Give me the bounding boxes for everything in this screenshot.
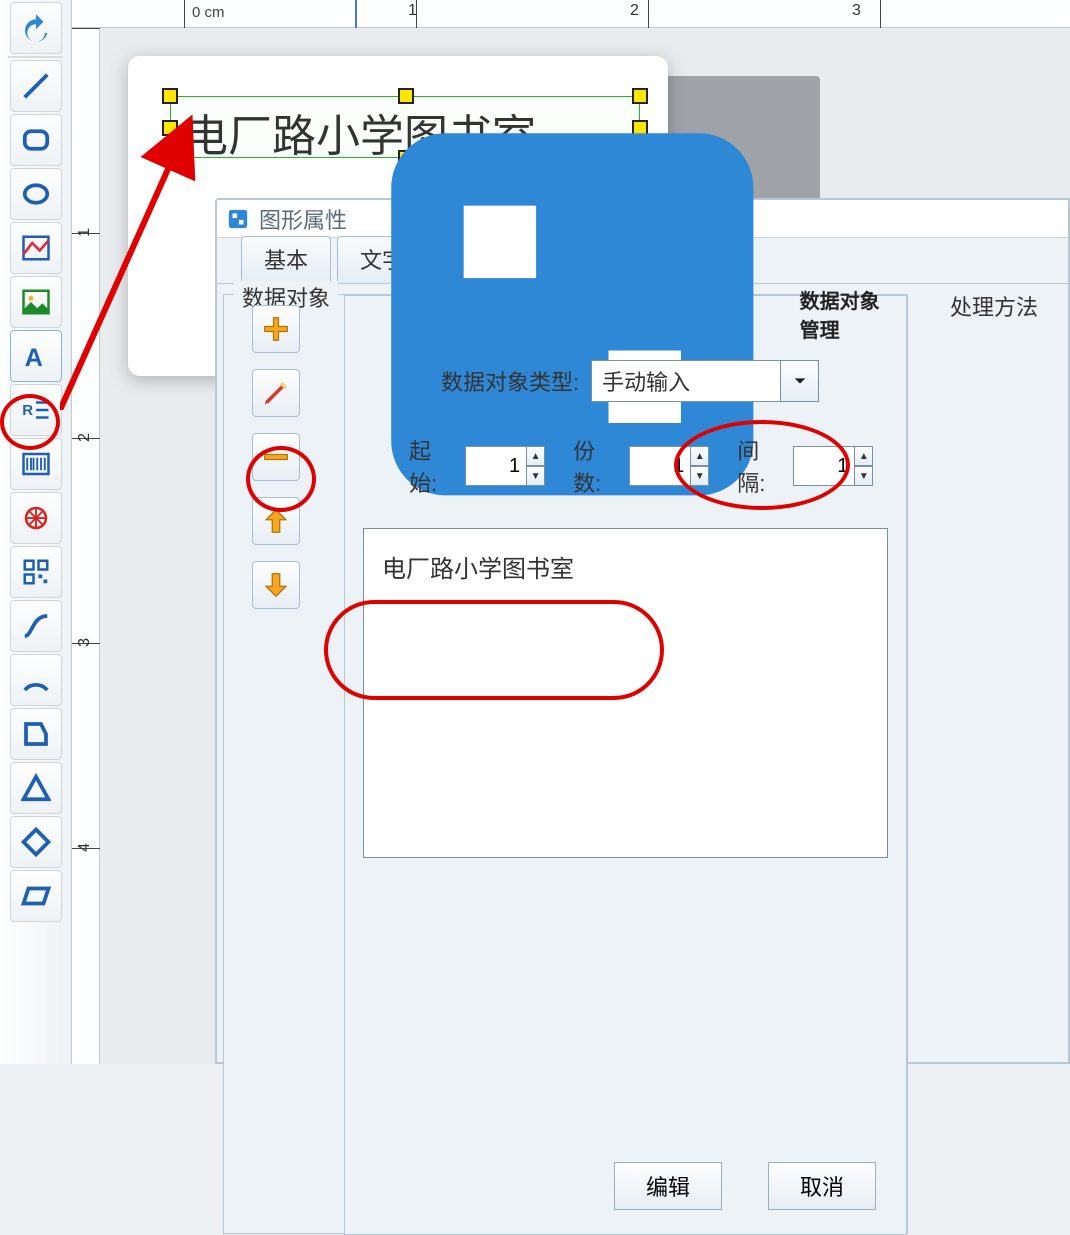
spin-down-icon[interactable]: ▼ bbox=[855, 466, 873, 486]
richtext-icon: R bbox=[21, 395, 51, 425]
shape-tool[interactable] bbox=[10, 492, 62, 544]
minus-icon bbox=[261, 442, 291, 472]
polygon-icon bbox=[21, 719, 51, 749]
copies-input[interactable] bbox=[629, 446, 691, 486]
arc-tool[interactable] bbox=[10, 654, 62, 706]
ellipse-tool[interactable] bbox=[10, 168, 62, 220]
spin-up-icon[interactable]: ▲ bbox=[691, 446, 709, 466]
chevron-down-icon bbox=[792, 373, 808, 389]
tab-basic[interactable]: 基本 bbox=[241, 236, 331, 283]
handle-ml[interactable] bbox=[162, 120, 178, 136]
parallelogram-tool[interactable] bbox=[10, 870, 62, 922]
spin-down-icon[interactable]: ▼ bbox=[691, 466, 709, 486]
remove-button[interactable] bbox=[252, 433, 300, 481]
dialog-icon bbox=[227, 208, 249, 230]
properties-dialog: 图形属性 基本 文字 数据源 处理方法 数据对象 bbox=[215, 198, 1070, 1064]
object-button-column bbox=[252, 305, 306, 609]
start-spinner[interactable]: ▲▼ bbox=[465, 446, 545, 486]
text-tool[interactable]: A bbox=[10, 330, 62, 382]
copies-spinner[interactable]: ▲▼ bbox=[629, 446, 709, 486]
text-preview-area[interactable]: 电厂路小学图书室 bbox=[363, 528, 888, 858]
arc-icon bbox=[21, 665, 51, 695]
redo-button[interactable] bbox=[10, 2, 62, 54]
line-tool[interactable] bbox=[10, 60, 62, 112]
picture-icon bbox=[21, 287, 51, 317]
copies-label: 份数: bbox=[573, 434, 601, 498]
type-label: 数据对象类型: bbox=[441, 365, 579, 397]
shape-icon bbox=[21, 503, 51, 533]
barcode-tool[interactable] bbox=[10, 438, 62, 490]
diamond-icon bbox=[21, 827, 51, 857]
text-icon: A bbox=[21, 341, 51, 371]
qr-icon bbox=[21, 557, 51, 587]
add-button[interactable] bbox=[252, 305, 300, 353]
spin-up-icon[interactable]: ▲ bbox=[527, 446, 545, 466]
rounded-rect-tool[interactable] bbox=[10, 114, 62, 166]
triangle-icon bbox=[21, 773, 51, 803]
qr-tool[interactable] bbox=[10, 546, 62, 598]
svg-text:A: A bbox=[25, 344, 43, 371]
svg-text:R: R bbox=[22, 402, 33, 419]
diamond-tool[interactable] bbox=[10, 816, 62, 868]
picture-tool[interactable] bbox=[10, 276, 62, 328]
spin-down-icon[interactable]: ▼ bbox=[527, 466, 545, 486]
image-icon bbox=[21, 233, 51, 263]
cancel-button[interactable]: 取消 bbox=[768, 1162, 876, 1210]
arrow-up-icon bbox=[261, 506, 291, 536]
richtext-tool[interactable]: R bbox=[10, 384, 62, 436]
dialog-footer: 编辑 取消 bbox=[614, 1162, 876, 1210]
polygon-tool[interactable] bbox=[10, 708, 62, 760]
curve-icon bbox=[21, 611, 51, 641]
horizontal-ruler: 0 cm 1 2 3 4 bbox=[72, 0, 1070, 28]
combo-dropdown[interactable] bbox=[781, 360, 819, 402]
interval-input[interactable] bbox=[793, 446, 855, 486]
barcode-icon bbox=[21, 449, 51, 479]
ellipse-icon bbox=[21, 179, 51, 209]
triangle-tool[interactable] bbox=[10, 762, 62, 814]
plus-icon bbox=[261, 314, 291, 344]
pencil-icon bbox=[261, 378, 291, 408]
interval-label: 间隔: bbox=[737, 434, 765, 498]
data-object-fieldset: 数据对象 bbox=[223, 294, 908, 1234]
tab-body: 处理方法 数据对象 bbox=[217, 284, 1068, 1062]
curve-tool[interactable] bbox=[10, 600, 62, 652]
handle-tl[interactable] bbox=[162, 88, 178, 104]
edit-action-button[interactable]: 编辑 bbox=[614, 1162, 722, 1210]
type-value: 手动输入 bbox=[591, 360, 781, 402]
rounded-rect-icon bbox=[21, 125, 51, 155]
redo-icon bbox=[21, 13, 51, 43]
sub-panel-title: 数据对象管理 bbox=[345, 296, 906, 332]
separator bbox=[8, 56, 63, 58]
start-label: 起始: bbox=[409, 434, 437, 498]
text-preview: 电厂路小学图书室 bbox=[382, 556, 574, 583]
edit-button[interactable] bbox=[252, 369, 300, 417]
image-tool[interactable] bbox=[10, 222, 62, 274]
interval-spinner[interactable]: ▲▼ bbox=[793, 446, 873, 486]
handle-bl[interactable] bbox=[162, 150, 178, 166]
dialog-title: 图形属性 bbox=[259, 203, 347, 235]
spin-up-icon[interactable]: ▲ bbox=[855, 446, 873, 466]
down-button[interactable] bbox=[252, 561, 300, 609]
up-button[interactable] bbox=[252, 497, 300, 545]
ruler-unit: 0 cm bbox=[192, 4, 225, 21]
parallelogram-icon bbox=[21, 881, 51, 911]
vertical-toolbar: A R bbox=[0, 0, 72, 1064]
arrow-down-icon bbox=[261, 570, 291, 600]
data-manager-panel: 数据对象管理 数据对象类型: 手动输入 起始: ▲▼ bbox=[344, 295, 907, 1235]
ruler-guide bbox=[355, 0, 357, 28]
right-section-label: 处理方法 bbox=[950, 290, 1038, 322]
line-icon bbox=[21, 71, 51, 101]
type-combo[interactable]: 手动输入 bbox=[591, 360, 819, 402]
vertical-ruler: 1 2 3 4 bbox=[72, 28, 100, 1064]
start-input[interactable] bbox=[465, 446, 527, 486]
